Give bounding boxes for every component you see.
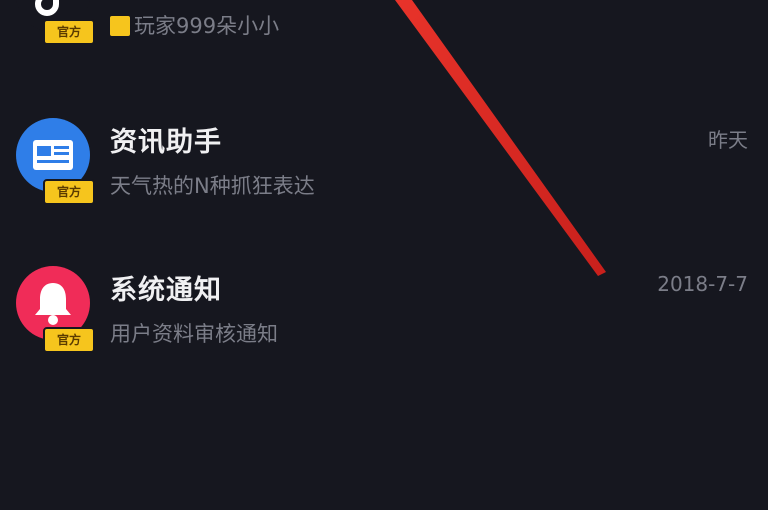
- message-preview: 用户资料审核通知: [110, 322, 278, 346]
- message-preview-text: 玩家999朵小小: [134, 14, 280, 38]
- message-item-news-assistant[interactable]: 官方 资讯助手 天气热的N种抓狂表达 昨天: [0, 84, 768, 224]
- tag-icon: [110, 16, 130, 36]
- message-item-system-notice[interactable]: 官方 系统通知 用户资料审核通知 2018-7-7: [0, 232, 768, 372]
- official-badge: 官方: [43, 19, 95, 45]
- message-title: 资讯助手: [110, 127, 222, 158]
- message-preview: 天气热的N种抓狂表达: [110, 174, 315, 198]
- message-preview: 玩家999朵小小: [110, 10, 279, 40]
- message-item-official[interactable]: 官方 玩家999朵小小: [0, 0, 768, 64]
- official-badge: 官方: [43, 327, 95, 353]
- official-badge: 官方: [43, 179, 95, 205]
- message-time: 2018-7-7: [657, 272, 748, 296]
- message-title: 系统通知: [110, 275, 222, 306]
- message-list-screen: 官方 玩家999朵小小 官方 资讯助手 天气热的N种抓狂表达 昨天 官方 系统通…: [0, 0, 768, 510]
- message-time: 昨天: [708, 128, 748, 152]
